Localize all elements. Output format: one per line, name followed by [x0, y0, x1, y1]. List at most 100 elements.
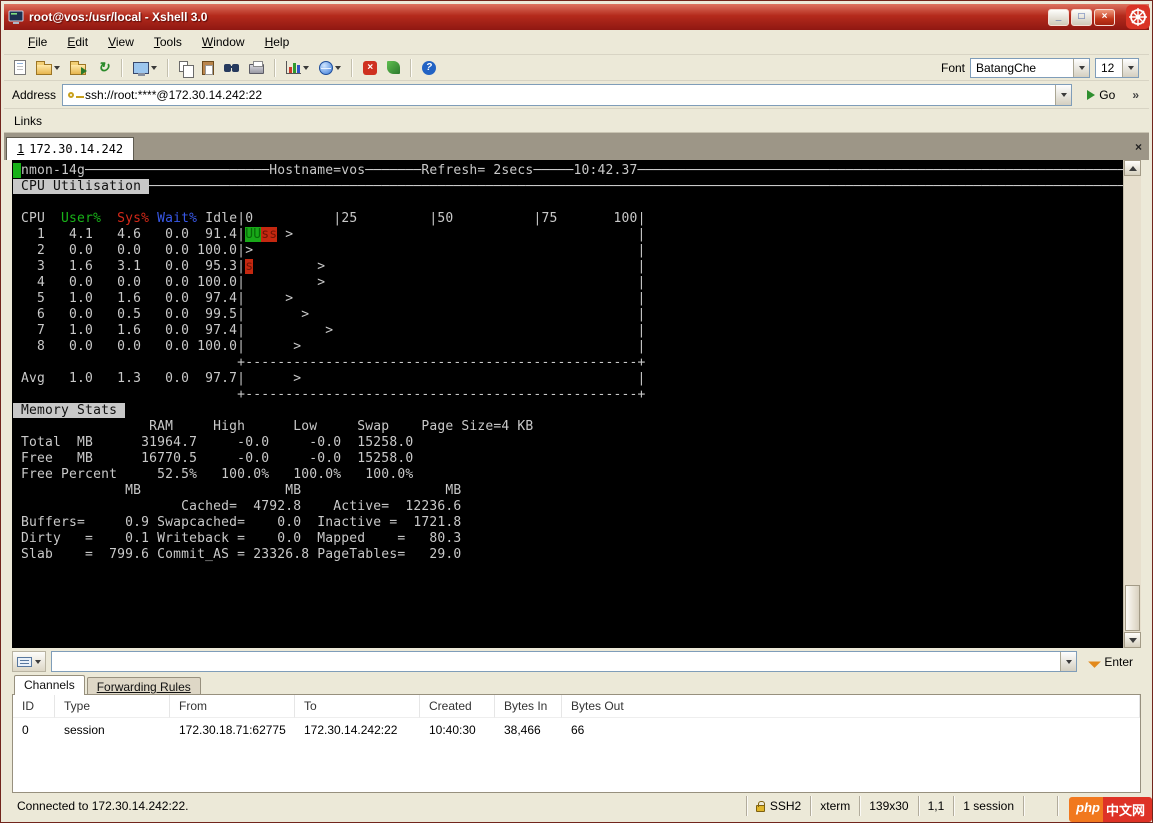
- dashboard-button[interactable]: [282, 57, 313, 79]
- chevron-down-icon: [1060, 93, 1067, 100]
- column-header-from[interactable]: From: [170, 695, 295, 718]
- scrollbar-track[interactable]: [1124, 176, 1141, 632]
- watermark-php-text: php: [1069, 797, 1103, 822]
- session-tab-bar: 1 172.30.14.242 ×: [4, 133, 1149, 160]
- status-cursor-position: 1,1: [917, 796, 954, 816]
- open-session-button[interactable]: [32, 57, 64, 79]
- font-label: Font: [940, 60, 965, 75]
- globe-icon: [319, 60, 333, 75]
- new-file-icon: [14, 60, 26, 75]
- reconnect-button[interactable]: ↻: [92, 57, 115, 79]
- menu-tools[interactable]: Tools: [144, 32, 192, 52]
- clear-screen-button[interactable]: [383, 57, 404, 79]
- status-protocol: SSH2: [745, 796, 810, 816]
- dropdown-arrow-icon: [303, 66, 309, 73]
- column-header-bytes-in[interactable]: Bytes In: [495, 695, 562, 718]
- paste-button[interactable]: [198, 57, 218, 79]
- column-header-bytes-out[interactable]: Bytes Out: [562, 695, 1140, 718]
- font-name-select[interactable]: BatangChe: [970, 57, 1090, 78]
- channels-table: ID Type From To Created Bytes In Bytes O…: [12, 694, 1141, 793]
- column-header-created[interactable]: Created: [420, 695, 495, 718]
- menu-view[interactable]: View: [98, 32, 144, 52]
- links-label: Links: [14, 113, 43, 128]
- font-name-value: BatangChe: [976, 60, 1037, 75]
- column-header-to[interactable]: To: [295, 695, 420, 718]
- terminal: nmon-14g───────────────────────Hostname=…: [12, 160, 1141, 648]
- address-dropdown[interactable]: [1055, 84, 1072, 105]
- chart-icon: [286, 61, 301, 74]
- arrow-up-icon: [1128, 162, 1137, 171]
- channel-row[interactable]: 0 session 172.30.18.71:62775 172.30.14.2…: [13, 718, 1140, 741]
- send-mode-button[interactable]: [12, 651, 46, 672]
- menu-window[interactable]: Window: [192, 32, 255, 52]
- channel-bytes-out: 66: [571, 722, 585, 737]
- toolbar-separator: [121, 58, 123, 77]
- status-session-count: 1 session: [953, 796, 1023, 816]
- xshell-window-icon: [8, 10, 24, 24]
- command-history-dropdown[interactable]: [1060, 652, 1077, 671]
- maximize-button[interactable]: □: [1071, 8, 1092, 26]
- chevron-down-icon: [1065, 660, 1072, 667]
- php-cn-watermark: php 中文网: [1069, 797, 1152, 822]
- channel-type: session: [64, 722, 105, 737]
- title-bar[interactable]: root@vos:/usr/local - Xshell 3.0 _ □ ×: [4, 4, 1150, 30]
- toolbar-separator: [410, 58, 412, 77]
- enter-label: Enter: [1104, 654, 1133, 669]
- print-button[interactable]: [245, 57, 268, 79]
- new-terminal-button[interactable]: [129, 57, 161, 79]
- menu-file[interactable]: File: [18, 32, 57, 52]
- close-button[interactable]: ×: [1094, 8, 1115, 26]
- keyboard-icon: [17, 656, 32, 667]
- toolbar-overflow-chevron[interactable]: »: [1130, 88, 1141, 102]
- column-header-type[interactable]: Type: [55, 695, 170, 718]
- address-label: Address: [12, 87, 57, 102]
- scroll-down-button[interactable]: [1124, 632, 1141, 648]
- font-size-select[interactable]: 12: [1095, 57, 1139, 78]
- print-icon: [249, 61, 264, 74]
- font-size-dropdown[interactable]: [1122, 58, 1138, 77]
- chevron-down-icon: [1127, 66, 1134, 73]
- tab-close-button[interactable]: ×: [1130, 138, 1147, 155]
- channel-from: 172.30.18.71:62775: [179, 722, 286, 737]
- web-button[interactable]: [315, 57, 345, 79]
- channels-pane-tabs: Channels Forwarding Rules: [12, 675, 1141, 695]
- font-name-dropdown[interactable]: [1073, 58, 1089, 77]
- chevron-down-icon: [1078, 66, 1085, 73]
- status-terminal-type: xterm: [810, 796, 859, 816]
- minimize-button[interactable]: _: [1048, 8, 1069, 26]
- tab-channels[interactable]: Channels: [14, 675, 85, 695]
- terminal-screen[interactable]: nmon-14g───────────────────────Hostname=…: [12, 160, 1123, 648]
- session-tab-label: 172.30.14.242: [29, 142, 124, 156]
- toolbar-separator: [167, 58, 169, 77]
- xshell-window: root@vos:/usr/local - Xshell 3.0 _ □ × F…: [0, 0, 1153, 823]
- command-input[interactable]: [51, 651, 1078, 672]
- go-button[interactable]: Go: [1078, 85, 1124, 105]
- status-empty-segment: [1023, 796, 1057, 816]
- xshell-logo: [1126, 5, 1150, 29]
- session-tab[interactable]: 1 172.30.14.242: [6, 137, 135, 160]
- menu-edit[interactable]: Edit: [57, 32, 98, 52]
- paste-icon: [202, 60, 214, 75]
- copy-icon: [179, 60, 194, 78]
- new-session-button[interactable]: [10, 57, 30, 79]
- disconnect-button[interactable]: ×: [359, 57, 381, 79]
- column-header-id[interactable]: ID: [13, 695, 55, 718]
- scroll-up-button[interactable]: [1124, 160, 1141, 176]
- channels-pane: Channels Forwarding Rules ID Type From T…: [12, 675, 1141, 793]
- enter-button[interactable]: Enter: [1082, 653, 1141, 671]
- tab-forwarding-rules[interactable]: Forwarding Rules: [86, 677, 201, 695]
- open-in-new-button[interactable]: [66, 57, 90, 79]
- help-button[interactable]: ?: [418, 57, 440, 79]
- scrollbar-thumb[interactable]: [1125, 585, 1140, 631]
- address-input[interactable]: ssh://root:****@172.30.14.242:22: [62, 83, 1073, 106]
- status-bar: Connected to 172.30.14.242:22. SSH2 xter…: [4, 793, 1149, 819]
- status-message: Connected to 172.30.14.242:22.: [17, 799, 189, 813]
- dropdown-arrow-icon: [335, 66, 341, 73]
- terminal-scrollbar[interactable]: [1123, 160, 1141, 648]
- copy-button[interactable]: [175, 57, 196, 79]
- channels-table-header: ID Type From To Created Bytes In Bytes O…: [13, 695, 1140, 718]
- find-button[interactable]: [220, 57, 243, 79]
- menu-help[interactable]: Help: [255, 32, 300, 52]
- send-icon: [1088, 655, 1102, 668]
- open-folder-icon: [36, 60, 52, 75]
